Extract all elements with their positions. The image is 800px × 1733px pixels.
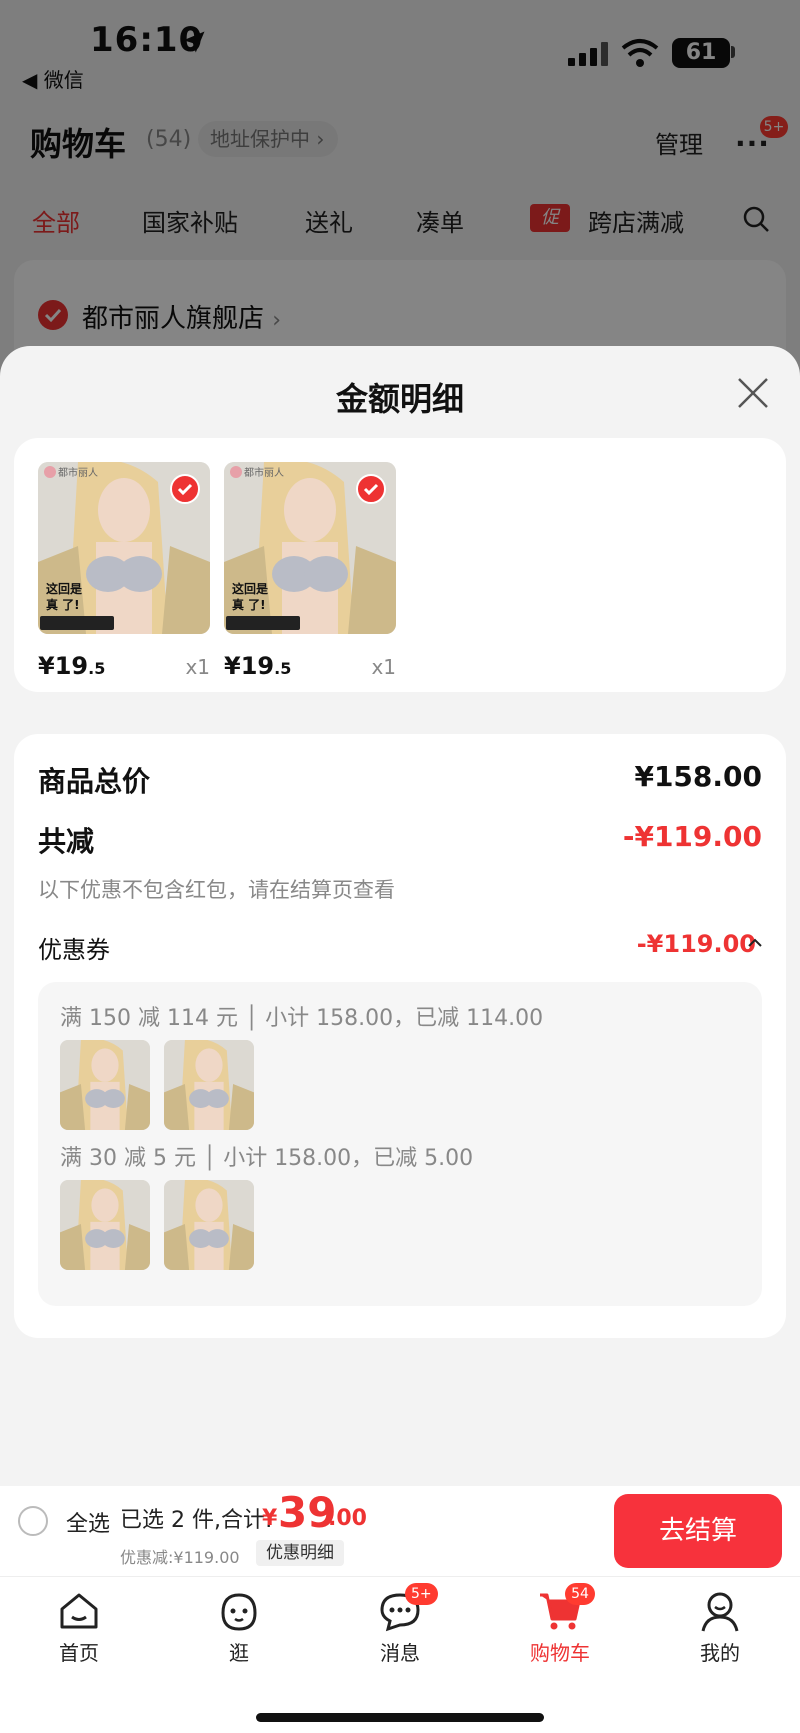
- item-price: ¥19.5: [224, 652, 292, 680]
- coupon-detail-box: 满 150 减 114 元 │ 小计 158.00，已减 114.00 满 30…: [38, 982, 762, 1306]
- product-image: [60, 1040, 150, 1130]
- item-quantity: x1: [371, 655, 396, 679]
- discount-value: -¥119.00: [622, 820, 762, 853]
- product-slogan-line2: 真 了!: [232, 598, 266, 612]
- product-image: [164, 1180, 254, 1270]
- item-checked-icon: [356, 474, 386, 504]
- product-image: [164, 1040, 254, 1130]
- total-amount-decimal: .00: [328, 1506, 367, 1531]
- item-quantity: x1: [185, 655, 210, 679]
- chevron-up-icon[interactable]: [746, 934, 764, 952]
- product-thumbnail: 都市丽人 这回是 真 了!: [224, 462, 396, 634]
- checkout-bar: 全选 已选 2 件,合计: ¥ 39 .00 优惠减:¥119.00 优惠明细 …: [0, 1486, 800, 1576]
- message-badge: 5+: [405, 1583, 438, 1605]
- coupon-product-thumbnail: [60, 1040, 150, 1130]
- tab-messages[interactable]: 消息 5+: [345, 1583, 455, 1666]
- cart-badge: 54: [565, 1583, 595, 1605]
- tab-label: 首页: [59, 1641, 99, 1665]
- item-price: ¥19.5: [38, 652, 106, 680]
- product-slogan-line1: 这回是: [46, 582, 83, 596]
- close-icon[interactable]: [736, 376, 770, 410]
- coupon-value[interactable]: -¥119.00: [637, 930, 756, 958]
- product-thumbnail: 都市丽人 这回是 真 了!: [38, 462, 210, 634]
- select-all-checkbox[interactable]: [18, 1506, 48, 1536]
- tab-label: 我的: [700, 1641, 740, 1665]
- discount-detail-link[interactable]: 优惠明细: [256, 1540, 344, 1566]
- item-card[interactable]: 都市丽人 这回是 真 了! ¥19.5 x1: [38, 462, 210, 680]
- coupon-label: 优惠券: [38, 936, 110, 964]
- item-card[interactable]: 都市丽人 这回是 真 了! ¥19.5 x1: [224, 462, 396, 680]
- total-price-value: ¥158.00: [634, 760, 762, 793]
- product-slogan-line2: 真 了!: [46, 598, 80, 612]
- product-slogan-line1: 这回是: [232, 582, 269, 596]
- price-summary-card: 商品总价 ¥158.00 共减 -¥119.00 以下优惠不包含红包，请在结算页…: [14, 734, 786, 1338]
- coupon-rule-line: 满 150 减 114 元 │ 小计 158.00，已减 114.00: [60, 1006, 544, 1031]
- amount-detail-sheet: 金额明细 都市丽人 这回是 真 了! ¥19.5 x1 都市丽人 这回是 真 了…: [0, 346, 800, 1486]
- checkout-button[interactable]: 去结算: [614, 1494, 782, 1568]
- item-checked-icon: [170, 474, 200, 504]
- profile-icon: [701, 1592, 739, 1632]
- sheet-title: 金额明细: [335, 380, 464, 418]
- tab-home[interactable]: 首页: [24, 1589, 134, 1666]
- coupon-product-thumbnail: [164, 1180, 254, 1270]
- product-image: [60, 1180, 150, 1270]
- discount-note: 以下优惠不包含红包，请在结算页查看: [38, 878, 395, 902]
- discount-label: 共减: [38, 825, 95, 858]
- tab-label: 购物车: [530, 1641, 590, 1665]
- total-currency: ¥: [262, 1506, 278, 1531]
- coupon-rule-line: 满 30 减 5 元 │ 小计 158.00，已减 5.00: [60, 1146, 474, 1171]
- selected-count-text: 已选 2 件,合计:: [120, 1508, 273, 1533]
- brand-label: 都市丽人: [244, 468, 284, 479]
- coupon-product-thumbnail: [164, 1040, 254, 1130]
- bottom-tab-bar: 首页 逛 消息 5+ 购物车 54 我的: [0, 1576, 800, 1733]
- brand-label: 都市丽人: [58, 468, 98, 479]
- total-price-label: 商品总价: [38, 765, 151, 798]
- select-all-label[interactable]: 全选: [66, 1506, 110, 1538]
- selected-items-card: 都市丽人 这回是 真 了! ¥19.5 x1 都市丽人 这回是 真 了! ¥19…: [14, 438, 786, 692]
- discount-summary: 优惠减:¥119.00: [120, 1548, 240, 1567]
- tab-profile[interactable]: 我的: [665, 1589, 775, 1666]
- tab-label: 消息: [380, 1641, 420, 1665]
- coupon-product-thumbnail: [60, 1180, 150, 1270]
- home-icon: [60, 1593, 98, 1629]
- home-indicator: [256, 1713, 544, 1722]
- browse-face-icon: [221, 1593, 257, 1631]
- tab-browse[interactable]: 逛: [184, 1589, 294, 1666]
- tab-cart[interactable]: 购物车 54: [505, 1583, 615, 1666]
- tab-label: 逛: [229, 1641, 249, 1665]
